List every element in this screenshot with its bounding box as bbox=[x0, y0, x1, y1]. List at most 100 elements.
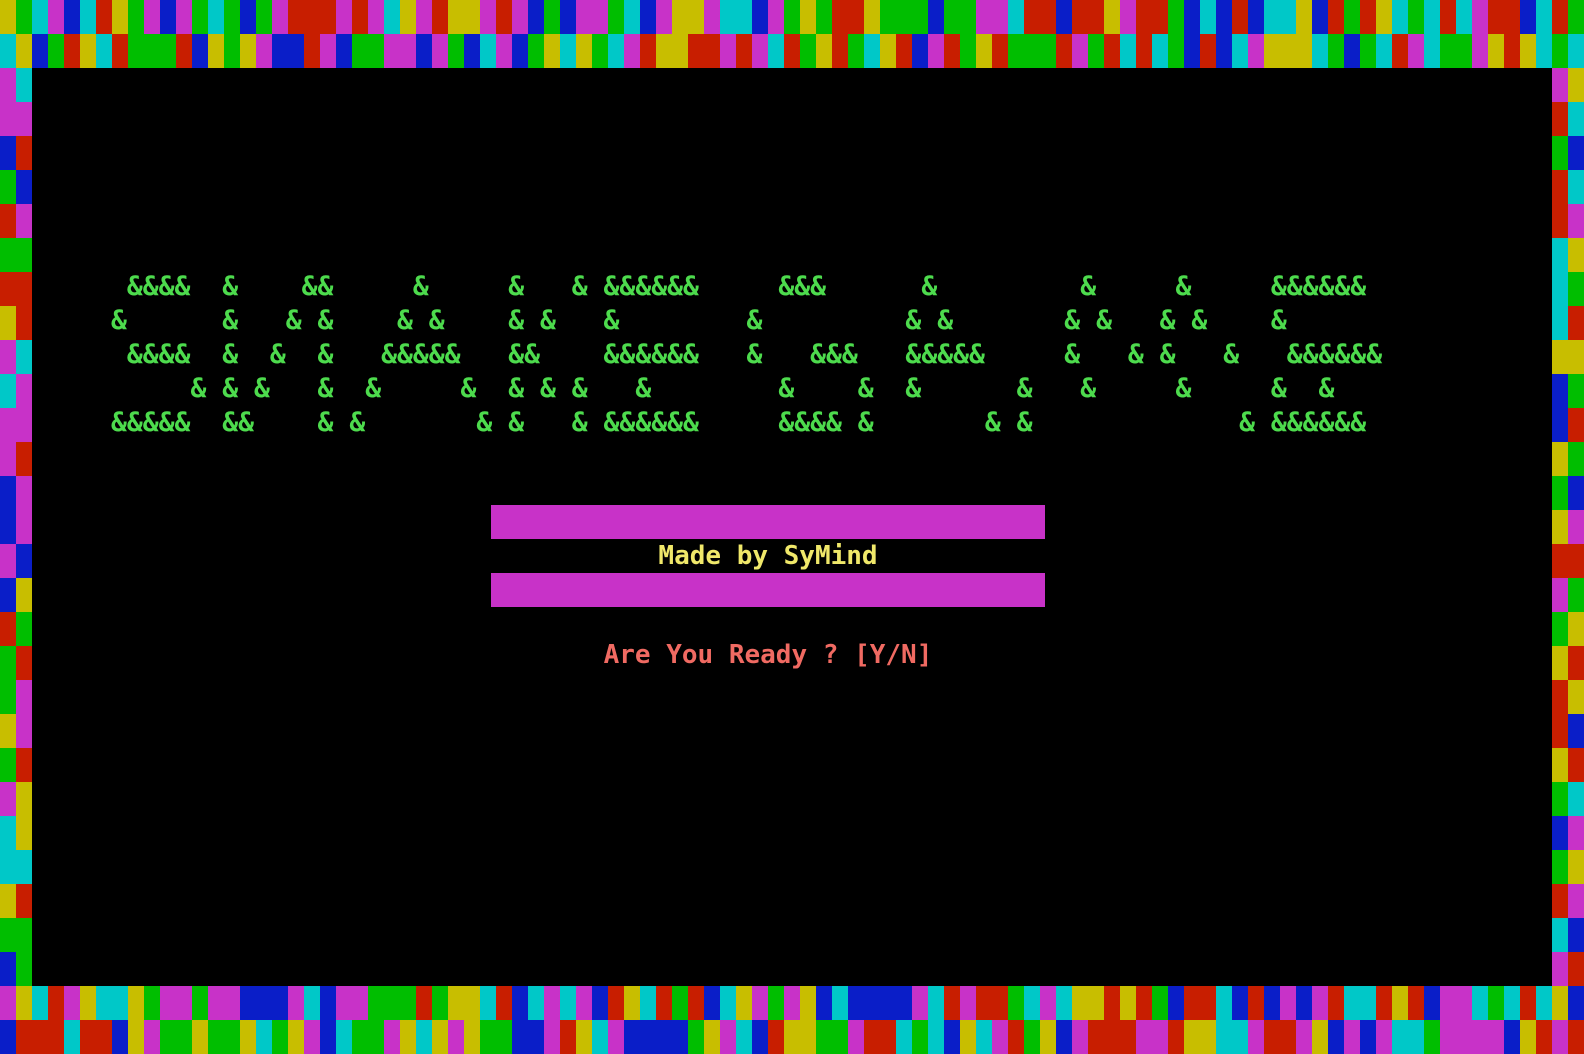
border-color-block bbox=[1232, 34, 1248, 68]
border-color-block bbox=[416, 0, 432, 34]
border-color-block bbox=[256, 1020, 272, 1054]
border-color-block bbox=[128, 0, 144, 34]
border-color-block bbox=[1376, 34, 1392, 68]
border-color-block bbox=[912, 1020, 928, 1054]
title-art-line: & & & & & & & & & & & & & & & & & bbox=[111, 305, 1287, 336]
border-color-block bbox=[352, 1020, 368, 1054]
border-color-block bbox=[816, 986, 832, 1020]
border-color-block bbox=[1024, 986, 1040, 1020]
border-color-block bbox=[1504, 34, 1520, 68]
border-color-block bbox=[16, 68, 32, 102]
border-color-block bbox=[464, 34, 480, 68]
border-color-block bbox=[1440, 0, 1456, 34]
border-color-block bbox=[16, 238, 32, 272]
border-color-block bbox=[0, 34, 16, 68]
border-color-block bbox=[1168, 1020, 1184, 1054]
border-color-block bbox=[16, 714, 32, 748]
border-color-block bbox=[1024, 1020, 1040, 1054]
border-color-block bbox=[1104, 0, 1120, 34]
border-color-block bbox=[1504, 0, 1520, 34]
border-color-block bbox=[688, 1020, 704, 1054]
border-color-block bbox=[736, 34, 752, 68]
border-color-block bbox=[1568, 272, 1584, 306]
border-color-block bbox=[1568, 0, 1584, 34]
border-color-block bbox=[656, 34, 672, 68]
border-color-block bbox=[1472, 1020, 1488, 1054]
border-color-block bbox=[0, 816, 16, 850]
border-color-block bbox=[144, 986, 160, 1020]
title-art-line: &&&&& && & & & & & &&&&&& &&&& & & & & &… bbox=[111, 407, 1367, 438]
border-color-block bbox=[368, 0, 384, 34]
border-color-block bbox=[896, 1020, 912, 1054]
border-color-block bbox=[1568, 646, 1584, 680]
border-color-block bbox=[928, 34, 944, 68]
border-color-block bbox=[1552, 850, 1568, 884]
border-color-block bbox=[832, 34, 848, 68]
border-color-block bbox=[1136, 0, 1152, 34]
border-color-block bbox=[992, 986, 1008, 1020]
border-color-block bbox=[1568, 748, 1584, 782]
border-color-block bbox=[0, 408, 16, 442]
border-color-block bbox=[288, 986, 304, 1020]
border-color-block bbox=[144, 0, 160, 34]
border-color-block bbox=[480, 986, 496, 1020]
border-color-block bbox=[1152, 0, 1168, 34]
border-color-block bbox=[240, 34, 256, 68]
border-color-block bbox=[272, 986, 288, 1020]
border-color-block bbox=[1152, 986, 1168, 1020]
border-color-block bbox=[16, 986, 32, 1020]
border-color-block bbox=[912, 0, 928, 34]
border-color-block bbox=[912, 986, 928, 1020]
border-color-block bbox=[880, 0, 896, 34]
border-color-block bbox=[96, 0, 112, 34]
border-color-block bbox=[368, 34, 384, 68]
border-color-block bbox=[1072, 986, 1088, 1020]
border-color-block bbox=[832, 1020, 848, 1054]
border-color-block bbox=[128, 986, 144, 1020]
border-color-block bbox=[1232, 986, 1248, 1020]
border-color-block bbox=[528, 1020, 544, 1054]
border-color-block bbox=[1216, 34, 1232, 68]
border-color-block bbox=[1328, 1020, 1344, 1054]
border-color-block bbox=[592, 1020, 608, 1054]
border-color-block bbox=[80, 0, 96, 34]
border-color-block bbox=[864, 0, 880, 34]
border-color-block bbox=[960, 1020, 976, 1054]
border-color-block bbox=[832, 0, 848, 34]
border-color-block bbox=[16, 34, 32, 68]
border-color-block bbox=[64, 986, 80, 1020]
border-color-block bbox=[1152, 1020, 1168, 1054]
border-color-block bbox=[1280, 34, 1296, 68]
border-color-block bbox=[624, 986, 640, 1020]
border-color-block bbox=[1472, 986, 1488, 1020]
border-color-block bbox=[432, 986, 448, 1020]
border-color-block bbox=[720, 1020, 736, 1054]
border-color-block bbox=[512, 986, 528, 1020]
border-color-block bbox=[16, 272, 32, 306]
border-color-block bbox=[560, 986, 576, 1020]
border-color-block bbox=[1168, 986, 1184, 1020]
border-color-block bbox=[192, 0, 208, 34]
border-color-block bbox=[736, 0, 752, 34]
border-color-block bbox=[1152, 34, 1168, 68]
border-color-block bbox=[864, 1020, 880, 1054]
border-color-block bbox=[1120, 986, 1136, 1020]
border-color-block bbox=[176, 986, 192, 1020]
border-color-block bbox=[1136, 34, 1152, 68]
border-color-block bbox=[320, 986, 336, 1020]
border-color-block bbox=[1424, 34, 1440, 68]
border-color-block bbox=[752, 1020, 768, 1054]
border-color-block bbox=[1408, 986, 1424, 1020]
border-color-block bbox=[240, 986, 256, 1020]
border-color-block bbox=[48, 986, 64, 1020]
border-color-block bbox=[432, 34, 448, 68]
ready-prompt[interactable]: Are You Ready ? [Y/N] bbox=[32, 638, 1504, 672]
border-color-block bbox=[1168, 0, 1184, 34]
border-color-block bbox=[16, 680, 32, 714]
border-color-block bbox=[1104, 34, 1120, 68]
border-color-block bbox=[0, 510, 16, 544]
border-color-block bbox=[160, 0, 176, 34]
border-color-block bbox=[1568, 340, 1584, 374]
border-color-block bbox=[16, 510, 32, 544]
border-color-block bbox=[1552, 544, 1568, 578]
